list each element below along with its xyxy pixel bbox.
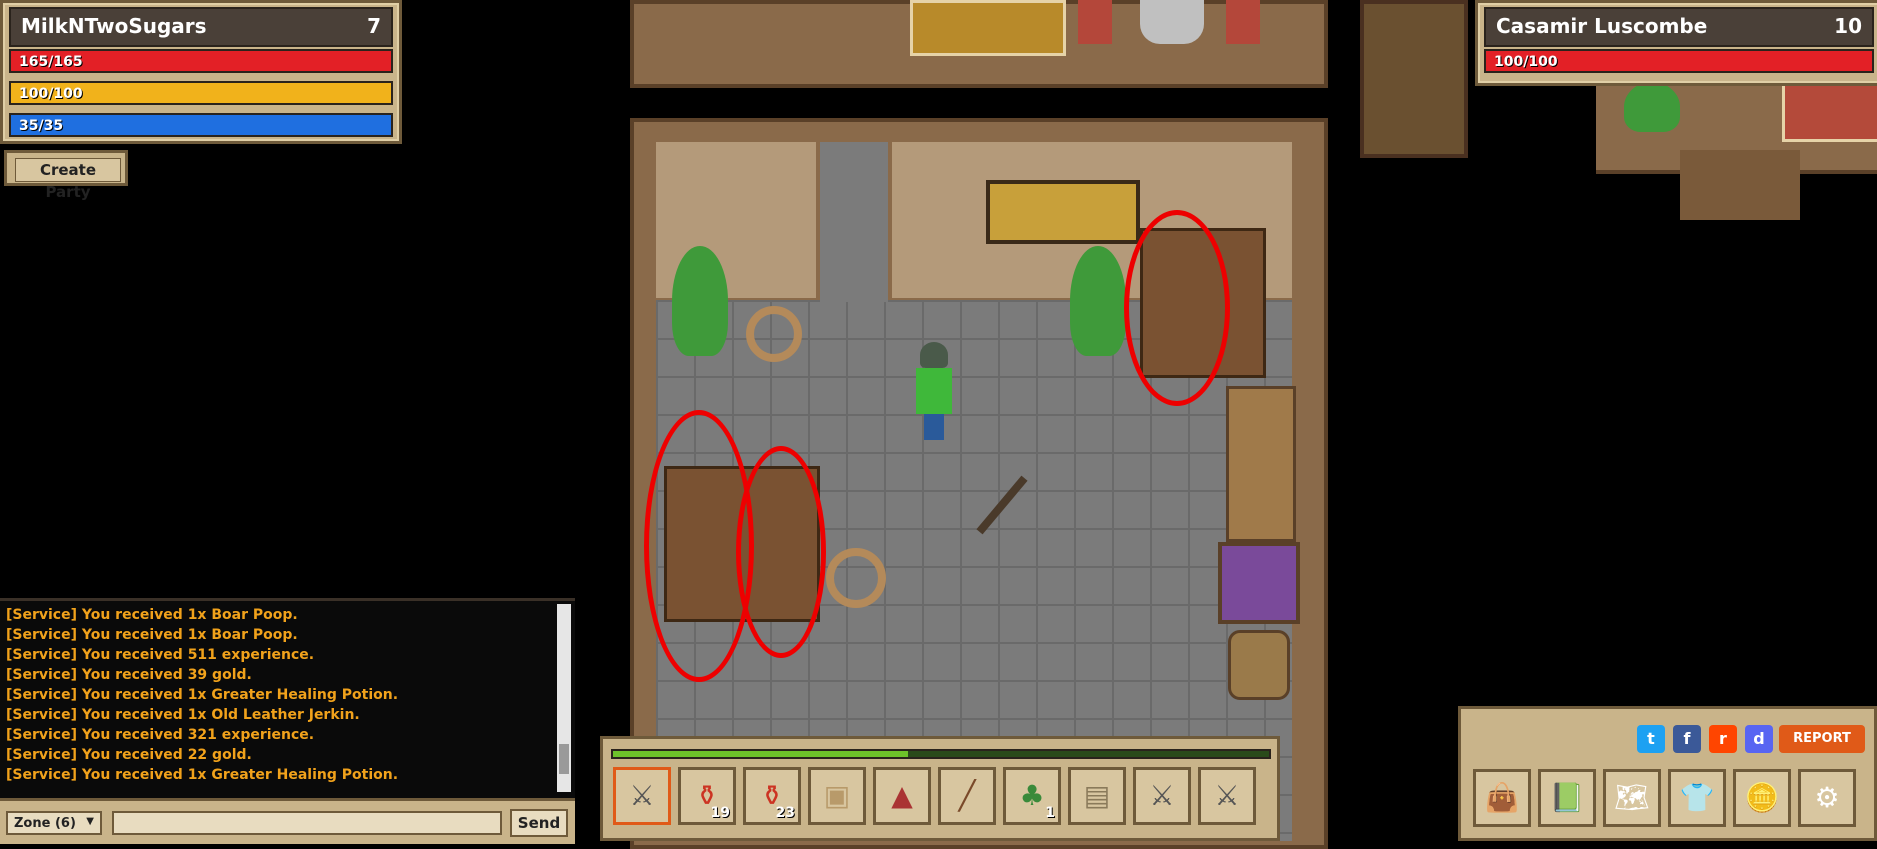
chat-line: [Service] You received 321 experience. bbox=[6, 727, 315, 743]
create-party-button[interactable]: Create Party bbox=[4, 150, 128, 201]
zone-select-value: Zone (6) bbox=[14, 816, 76, 831]
gold-icon[interactable]: 🪙 bbox=[1733, 769, 1791, 827]
hotbar-slot[interactable]: ⚔ bbox=[613, 767, 671, 825]
club-icon: ╱ bbox=[958, 779, 976, 812]
player-character[interactable] bbox=[914, 342, 954, 442]
energy-bar: 100/100 bbox=[9, 81, 393, 105]
bag-icon[interactable]: 👜 bbox=[1473, 769, 1531, 827]
chat-input[interactable] bbox=[112, 811, 502, 835]
chat-line: [Service] You received 511 experience. bbox=[6, 647, 315, 663]
book-icon[interactable]: 📗 bbox=[1538, 769, 1596, 827]
potted-plant bbox=[672, 246, 728, 356]
chat-input-bar: Zone (6) ▼ Send bbox=[0, 798, 575, 844]
chat-line: [Service] You received 1x Boar Poop. bbox=[6, 627, 298, 643]
flower-box bbox=[1218, 542, 1300, 624]
health-value: 165/165 bbox=[19, 54, 83, 70]
rope-coil[interactable] bbox=[746, 306, 802, 362]
mana-value: 35/35 bbox=[19, 118, 64, 134]
experience-bar bbox=[611, 749, 1271, 759]
tunic bbox=[916, 368, 952, 414]
hotbar-slot[interactable]: ▣ bbox=[808, 767, 866, 825]
highlight-circle-cabinet-left-b bbox=[736, 446, 826, 658]
chat-log[interactable]: [Service] You received 1x Boar Poop. [Se… bbox=[0, 598, 575, 799]
chat-scrollbar[interactable] bbox=[557, 604, 571, 792]
menu-panel: t f r d REPORT 👜 📗 🗺 👕 🪙 ⚙ bbox=[1458, 706, 1877, 841]
barrel[interactable] bbox=[1228, 630, 1290, 700]
painting bbox=[986, 180, 1140, 244]
hotbar: ⚔ ⚱ 19 ⚱ 23 ▣ ▲ ╱ ♣ 1 ▤ ⚔ ⚔ bbox=[600, 736, 1280, 841]
chat-line: [Service] You received 22 gold. bbox=[6, 747, 252, 763]
slot-count: 23 bbox=[775, 805, 795, 821]
character-icon[interactable]: 👕 bbox=[1668, 769, 1726, 827]
hotbar-slot[interactable]: ▤ bbox=[1068, 767, 1126, 825]
target-health-value: 100/100 bbox=[1494, 54, 1558, 70]
hotbar-slot[interactable]: ♣ 1 bbox=[1003, 767, 1061, 825]
player-level: 7 bbox=[367, 14, 381, 38]
chat-line: [Service] You received 1x Old Leather Je… bbox=[6, 707, 360, 723]
target-health-bar: 100/100 bbox=[1484, 49, 1874, 73]
player-frame: MilkNTwoSugars 7 165/165 100/100 35/35 bbox=[0, 0, 402, 144]
red-chair bbox=[1078, 0, 1112, 44]
red-hat-icon: ▲ bbox=[891, 779, 913, 812]
sword-icon: ⚔ bbox=[629, 779, 655, 812]
sword-icon: ⚔ bbox=[1214, 779, 1240, 812]
target-frame: Casamir Luscombe 10 100/100 bbox=[1475, 0, 1877, 86]
legs bbox=[924, 414, 944, 440]
mana-bar: 35/35 bbox=[9, 113, 393, 137]
chat-line: [Service] You received 1x Boar Poop. bbox=[6, 607, 298, 623]
helmet bbox=[920, 342, 948, 368]
red-rug bbox=[1782, 82, 1877, 142]
rug bbox=[910, 0, 1066, 56]
twitter-icon[interactable]: t bbox=[1637, 725, 1665, 753]
slot-count: 19 bbox=[710, 805, 730, 821]
potted-plant bbox=[1070, 246, 1126, 356]
world-map-icon[interactable]: 🗺 bbox=[1603, 769, 1661, 827]
slot-count: 1 bbox=[1045, 805, 1055, 821]
target-name: Casamir Luscombe bbox=[1496, 14, 1708, 38]
facebook-icon[interactable]: f bbox=[1673, 725, 1701, 753]
red-chair bbox=[1226, 0, 1260, 44]
leather-armor-icon: ▣ bbox=[823, 779, 851, 812]
target-header: Casamir Luscombe 10 bbox=[1484, 7, 1874, 47]
player-name: MilkNTwoSugars bbox=[21, 14, 207, 38]
chevron-down-icon: ▼ bbox=[86, 816, 94, 827]
staircase[interactable] bbox=[1360, 0, 1468, 158]
highlight-circle-cabinet-right bbox=[1124, 210, 1230, 406]
sword-icon: ⚔ bbox=[1149, 779, 1175, 812]
game-map[interactable] bbox=[630, 0, 1468, 849]
send-button[interactable]: Send bbox=[510, 809, 568, 837]
chat-line: [Service] You received 39 gold. bbox=[6, 667, 252, 683]
reddit-icon[interactable]: r bbox=[1709, 725, 1737, 753]
experience-fill bbox=[613, 751, 909, 757]
map-scroll-icon: ▤ bbox=[1083, 779, 1111, 812]
report-button[interactable]: REPORT bbox=[1779, 725, 1865, 753]
energy-value: 100/100 bbox=[19, 86, 83, 102]
chat-line: [Service] You received 1x Greater Healin… bbox=[6, 687, 399, 703]
potted-plant bbox=[1624, 82, 1680, 132]
wooden-steps bbox=[1680, 150, 1800, 220]
target-level: 10 bbox=[1834, 14, 1862, 38]
health-bar: 165/165 bbox=[9, 49, 393, 73]
rope-coil[interactable] bbox=[826, 548, 886, 608]
hotbar-slot[interactable]: ⚔ bbox=[1198, 767, 1256, 825]
discord-icon[interactable]: d bbox=[1745, 725, 1773, 753]
log-stack bbox=[1226, 386, 1296, 542]
settings-icon[interactable]: ⚙ bbox=[1798, 769, 1856, 827]
hotbar-slot[interactable]: ╱ bbox=[938, 767, 996, 825]
player-header: MilkNTwoSugars 7 bbox=[9, 7, 393, 47]
create-party-label: Create Party bbox=[15, 158, 121, 201]
chat-scroll-thumb[interactable] bbox=[559, 744, 569, 774]
corridor[interactable] bbox=[820, 142, 888, 302]
zone-select[interactable]: Zone (6) ▼ bbox=[6, 811, 102, 835]
npc-casamir-luscombe[interactable] bbox=[1140, 0, 1204, 44]
hotbar-slot[interactable]: ⚔ bbox=[1133, 767, 1191, 825]
hotbar-slot[interactable]: ⚱ 23 bbox=[743, 767, 801, 825]
hotbar-slot[interactable]: ▲ bbox=[873, 767, 931, 825]
hotbar-slot[interactable]: ⚱ 19 bbox=[678, 767, 736, 825]
chat-line: [Service] You received 1x Greater Healin… bbox=[6, 767, 399, 783]
